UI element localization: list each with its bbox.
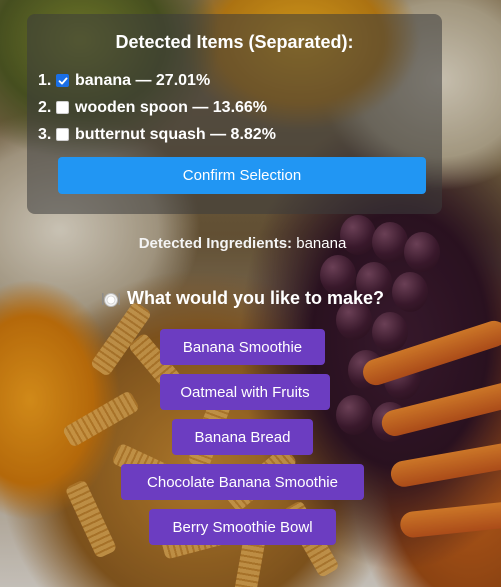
recipe-option-button[interactable]: Oatmeal with Fruits: [160, 374, 330, 410]
detected-item: 1. banana — 27.01%: [38, 67, 276, 94]
ingredients-value: banana: [296, 235, 347, 252]
recipe-question: What would you like to make?: [0, 288, 485, 309]
item-number: 1.: [38, 71, 52, 89]
item-checkbox[interactable]: [56, 128, 69, 141]
item-label: butternut squash — 8.82%: [75, 125, 276, 143]
checkmark-icon: [58, 77, 67, 84]
question-text: What would you like to make?: [126, 288, 385, 308]
item-checkbox[interactable]: [56, 101, 69, 114]
ingredients-label: Detected Ingredients:: [138, 235, 293, 252]
detected-items-list: 1. banana — 27.01% 2. wooden spoon — 13.…: [38, 67, 276, 148]
item-label: wooden spoon — 13.66%: [75, 98, 268, 116]
plate-cutlery-icon: [102, 292, 120, 307]
detected-item: 2. wooden spoon — 13.66%: [38, 94, 276, 121]
detected-items-panel: Detected Items (Separated): 1. banana — …: [27, 14, 442, 214]
detected-item: 3. butternut squash — 8.82%: [38, 121, 276, 148]
item-number: 3.: [38, 125, 52, 143]
recipe-option-button[interactable]: Banana Smoothie: [160, 329, 325, 365]
item-checkbox-checked[interactable]: [56, 74, 69, 87]
recipe-option-button[interactable]: Chocolate Banana Smoothie: [121, 464, 364, 500]
detected-ingredients: Detected Ingredients: banana: [0, 235, 485, 252]
recipe-option-button[interactable]: Berry Smoothie Bowl: [149, 509, 336, 545]
confirm-selection-button[interactable]: Confirm Selection: [58, 157, 426, 194]
panel-title: Detected Items (Separated):: [115, 32, 354, 52]
item-label: banana — 27.01%: [75, 71, 211, 89]
recipe-option-button[interactable]: Banana Bread: [172, 419, 313, 455]
item-number: 2.: [38, 98, 52, 116]
